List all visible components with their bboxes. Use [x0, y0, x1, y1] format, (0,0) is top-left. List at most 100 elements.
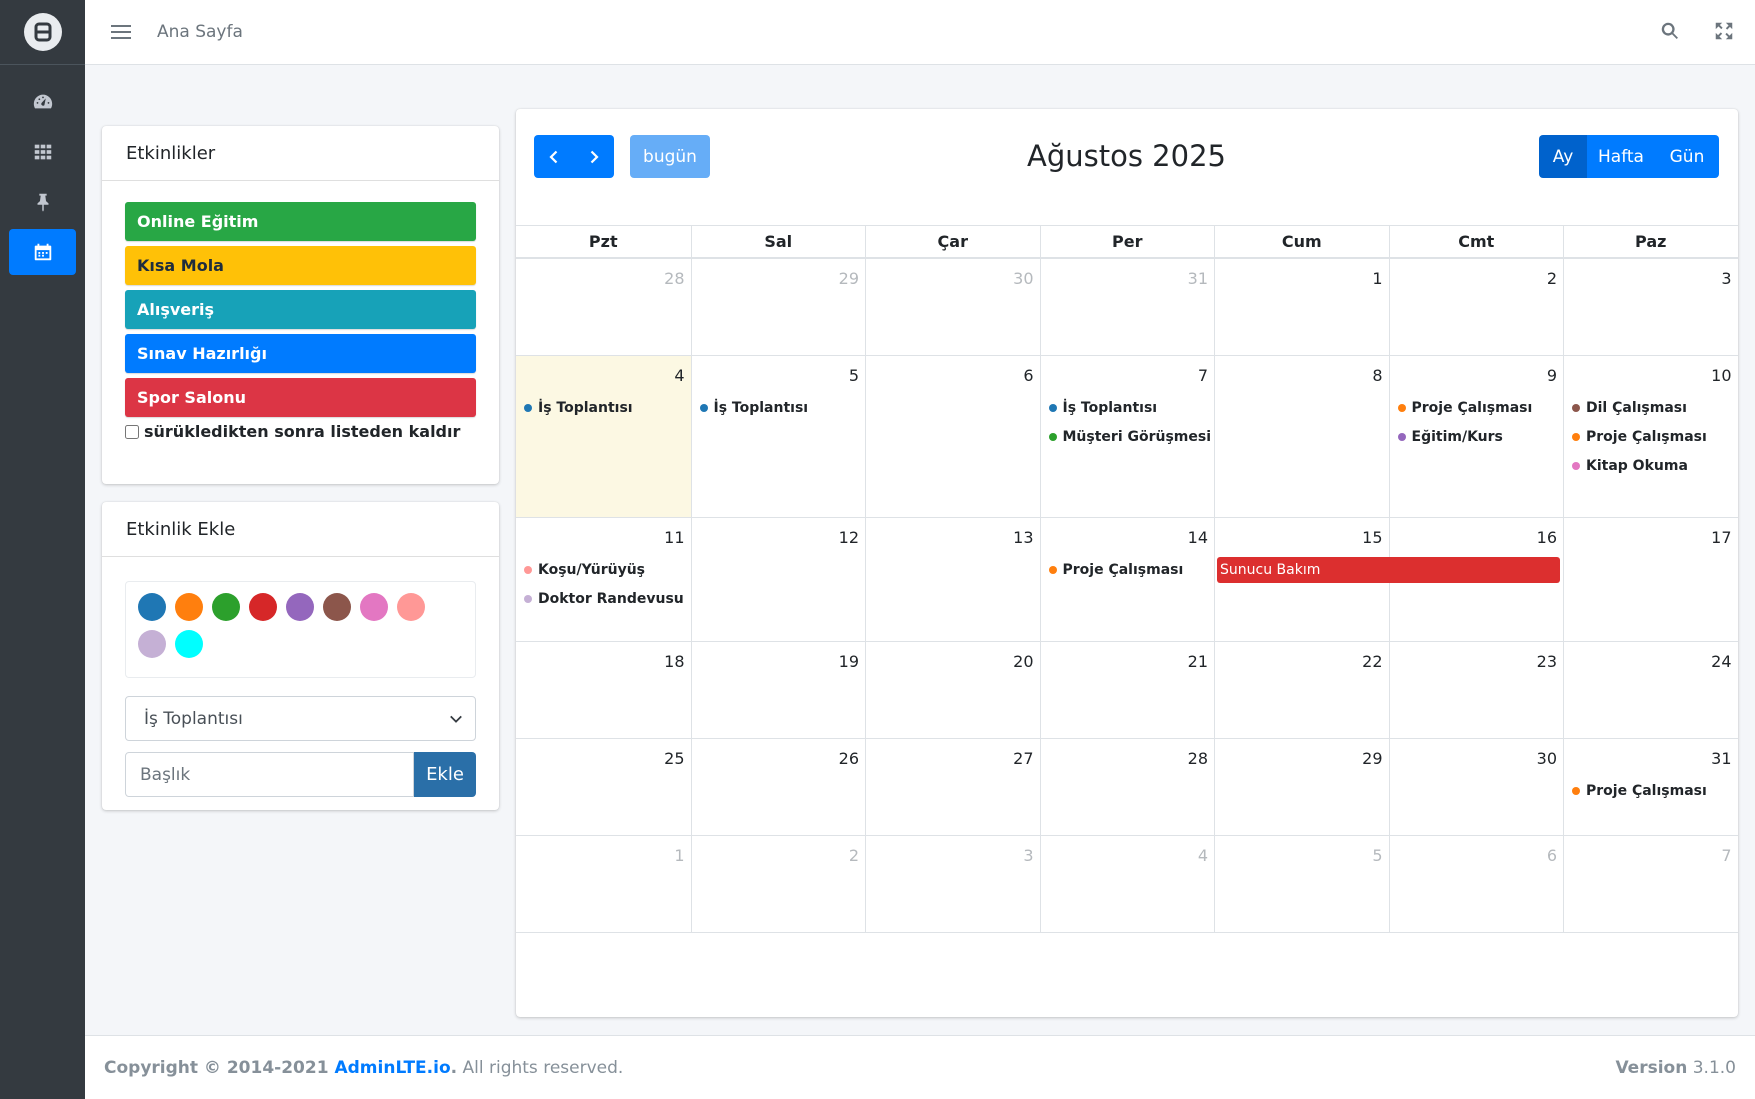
day-number[interactable]: 1 [674, 846, 684, 865]
calendar-day-cell[interactable]: 25 [516, 739, 691, 835]
day-number[interactable]: 12 [839, 528, 859, 547]
color-swatch[interactable] [175, 630, 203, 658]
fullscreen-icon[interactable] [1713, 20, 1735, 42]
color-swatch[interactable] [249, 593, 277, 621]
color-swatch[interactable] [212, 593, 240, 621]
prev-month-button[interactable] [534, 135, 574, 178]
day-number[interactable]: 16 [1537, 528, 1557, 547]
color-swatch[interactable] [360, 593, 388, 621]
calendar-day-cell[interactable]: 11 Koşu/Yürüyüş Doktor Randevusu [516, 518, 691, 641]
calendar-event[interactable]: Dil Çalışması [1572, 396, 1734, 420]
sidebar-item-dashboard[interactable] [9, 79, 76, 125]
day-number[interactable]: 19 [839, 652, 859, 671]
day-number[interactable]: 17 [1711, 528, 1731, 547]
calendar-event[interactable]: Doktor Randevusu [524, 587, 687, 611]
day-number[interactable]: 28 [664, 269, 684, 288]
day-number[interactable]: 13 [1013, 528, 1033, 547]
adminlte-link[interactable]: AdminLTE.io [334, 1058, 450, 1078]
home-link[interactable]: Ana Sayfa [157, 22, 243, 42]
remove-after-drop-input[interactable] [125, 424, 139, 439]
day-number[interactable]: 26 [839, 749, 859, 768]
color-swatch[interactable] [286, 593, 314, 621]
calendar-day-cell[interactable]: 10 Dil Çalışması Proje Çalışması Kitap Okum… [1563, 356, 1738, 517]
sidebar-item-pinned[interactable] [9, 179, 76, 225]
event-type-select[interactable]: İş Toplantısı [125, 696, 476, 741]
day-number[interactable]: 3 [1721, 269, 1731, 288]
external-event-item[interactable]: Alışveriş [125, 290, 476, 329]
add-event-button[interactable]: Ekle [414, 752, 476, 797]
day-number[interactable]: 6 [1023, 366, 1033, 385]
calendar-day-cell[interactable]: 8 [1214, 356, 1389, 517]
day-number[interactable]: 5 [849, 366, 859, 385]
calendar-day-cell[interactable]: 19 [690, 642, 866, 738]
day-number[interactable]: 22 [1362, 652, 1382, 671]
calendar-day-cell[interactable]: 29 [690, 259, 866, 355]
day-number[interactable]: 29 [839, 269, 859, 288]
brand-logo[interactable] [23, 13, 62, 51]
day-number[interactable]: 1 [1372, 269, 1382, 288]
calendar-event[interactable]: İş Toplantısı [699, 396, 862, 420]
color-swatch[interactable] [138, 630, 166, 658]
calendar-day-cell[interactable]: 21 [1039, 642, 1215, 738]
day-number[interactable]: 14 [1188, 528, 1208, 547]
color-swatch[interactable] [397, 593, 425, 621]
calendar-day-cell[interactable]: 28 [1039, 739, 1215, 835]
calendar-day-cell[interactable]: 31 [1039, 259, 1215, 355]
day-number[interactable]: 18 [664, 652, 684, 671]
calendar-event[interactable]: Kitap Okuma [1572, 454, 1734, 478]
color-swatch[interactable] [138, 593, 166, 621]
calendar-day-cell[interactable]: 7 İş Toplantısı Müşteri Görüşmesi [1039, 356, 1215, 517]
day-number[interactable]: 28 [1188, 749, 1208, 768]
day-number[interactable]: 7 [1721, 846, 1731, 865]
search-icon[interactable] [1659, 20, 1681, 42]
calendar-day-cell[interactable]: 22 [1214, 642, 1389, 738]
day-number[interactable]: 11 [664, 528, 684, 547]
calendar-event[interactable]: Koşu/Yürüyüş [524, 558, 687, 582]
calendar-event[interactable]: Proje Çalışması [1048, 558, 1211, 582]
today-button[interactable]: bugün [630, 135, 710, 178]
view-button-month[interactable]: Ay [1539, 135, 1587, 178]
day-number[interactable]: 21 [1188, 652, 1208, 671]
calendar-event[interactable]: Proje Çalışması [1572, 425, 1734, 449]
calendar-day-cell[interactable]: 28 [516, 259, 691, 355]
day-number[interactable]: 30 [1537, 749, 1557, 768]
calendar-day-cell[interactable]: 13 [865, 518, 1040, 641]
external-event-item[interactable]: Kısa Mola [125, 246, 476, 285]
calendar-day-cell[interactable]: 18 [516, 642, 691, 738]
calendar-day-cell[interactable]: 1 [1214, 259, 1389, 355]
calendar-event[interactable]: İş Toplantısı [1048, 396, 1211, 420]
calendar-day-cell[interactable]: 5 [1214, 836, 1389, 932]
day-number[interactable]: 3 [1023, 846, 1033, 865]
calendar-day-cell[interactable]: 17 [1563, 518, 1738, 641]
day-number[interactable]: 9 [1547, 366, 1557, 385]
calendar-day-cell[interactable]: 3 [1563, 259, 1738, 355]
day-number[interactable]: 25 [664, 749, 684, 768]
calendar-day-cell[interactable]: 14 Proje Çalışması [1039, 518, 1215, 641]
day-number[interactable]: 31 [1188, 269, 1208, 288]
calendar-event[interactable]: Müşteri Görüşmesi [1048, 425, 1211, 449]
calendar-event[interactable]: Eğitim/Kurs [1397, 425, 1560, 449]
calendar-day-cell[interactable]: 4 [1039, 836, 1215, 932]
day-number[interactable]: 31 [1711, 749, 1731, 768]
sidebar-item-apps[interactable] [9, 129, 76, 175]
remove-after-drop-checkbox[interactable]: sürükledikten sonra listeden kaldır [125, 422, 499, 441]
calendar-day-cell[interactable]: 24 [1563, 642, 1738, 738]
event-title-input[interactable]: Başlık [125, 752, 414, 797]
calendar-day-cell[interactable]: 6 [1388, 836, 1564, 932]
day-number[interactable]: 20 [1013, 652, 1033, 671]
day-number[interactable]: 15 [1362, 528, 1382, 547]
day-number[interactable]: 4 [1198, 846, 1208, 865]
calendar-day-cell[interactable]: 6 [865, 356, 1040, 517]
menu-toggle-button[interactable] [111, 22, 131, 42]
sidebar-item-calendar[interactable] [9, 229, 76, 275]
calendar-day-cell[interactable]: 20 [865, 642, 1040, 738]
calendar-day-cell[interactable]: 23 [1388, 642, 1564, 738]
day-number[interactable]: 7 [1198, 366, 1208, 385]
calendar-day-cell[interactable]: 5 İş Toplantısı [690, 356, 866, 517]
calendar-day-cell[interactable]: 4 İş Toplantısı [516, 356, 691, 517]
view-button-day[interactable]: Gün [1655, 135, 1719, 178]
external-event-item[interactable]: Online Eğitim [125, 202, 476, 241]
day-number[interactable]: 5 [1372, 846, 1382, 865]
calendar-day-cell[interactable]: 29 [1214, 739, 1389, 835]
calendar-day-cell[interactable]: 9 Proje Çalışması Eğitim/Kurs [1388, 356, 1564, 517]
